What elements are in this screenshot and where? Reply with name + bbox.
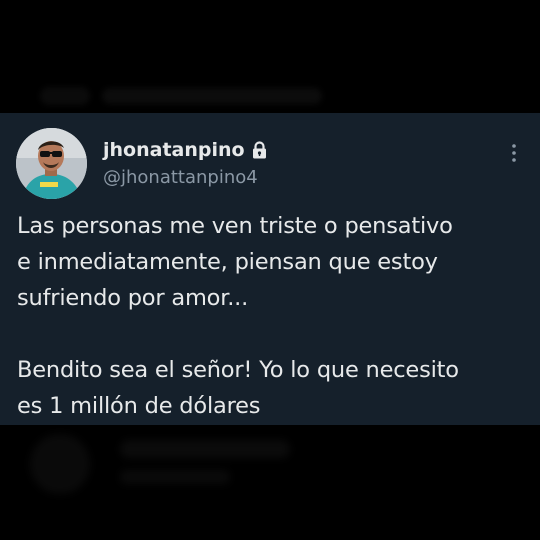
lock-icon [252,141,267,159]
display-name-row[interactable]: jhonatanpino [103,137,267,163]
blurred-shape [120,440,290,458]
avatar-photo-icon [16,128,87,199]
blurred-avatar [30,434,90,494]
blurred-shape [102,87,322,104]
tweet-text: Las personas me ven triste o pensativo e… [17,213,459,419]
display-name[interactable]: jhonatanpino [103,139,245,161]
blurred-shape [40,86,90,105]
tweet-card[interactable]: jhonatanpino @jhonattanpino4 Las persona… [0,113,540,425]
more-vertical-icon[interactable] [506,141,522,165]
user-handle[interactable]: @jhonattanpino4 [103,167,258,188]
blurred-shape [120,470,230,484]
avatar[interactable] [16,128,87,199]
background-blurred-post [30,430,290,494]
background-blurred-header [40,82,360,108]
